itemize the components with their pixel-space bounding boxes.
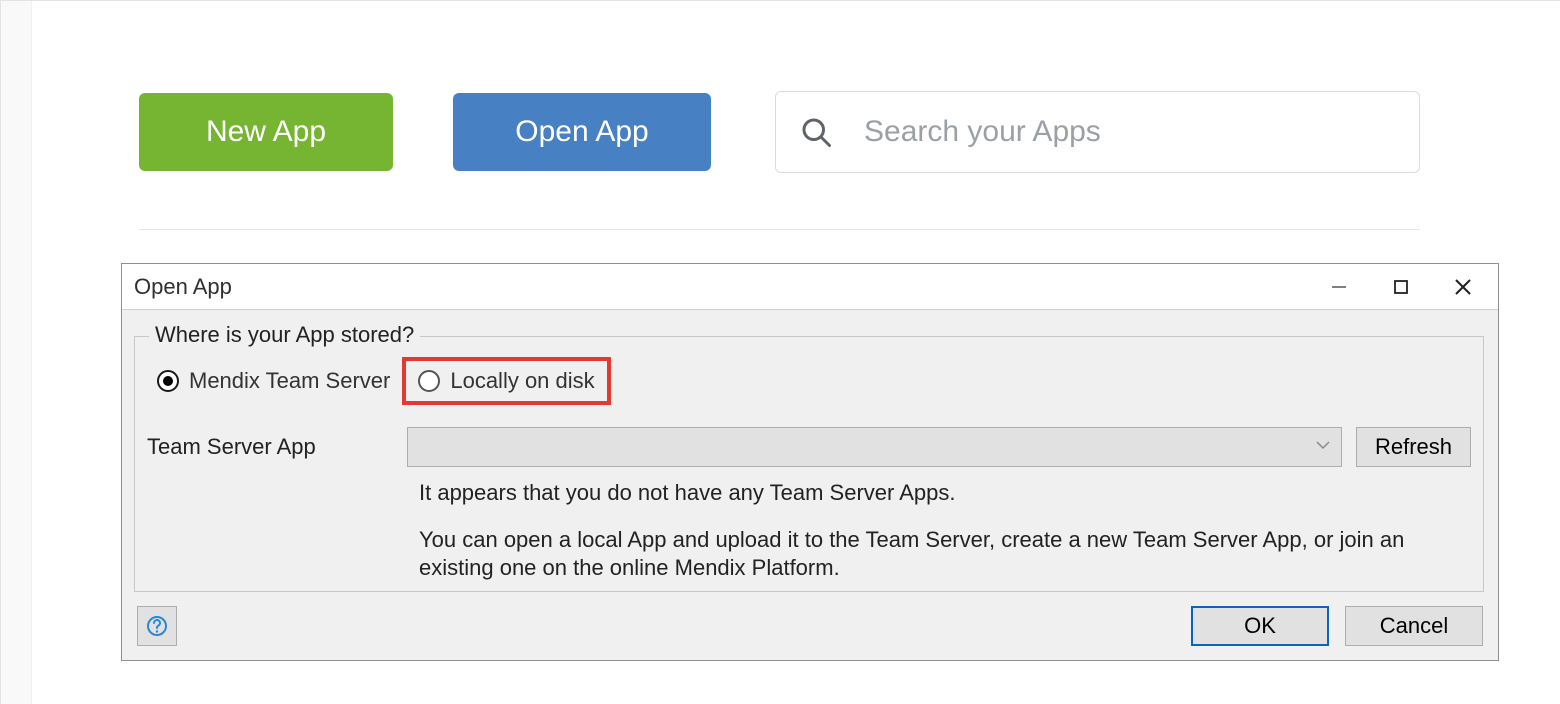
radio-locally-on-disk[interactable]: Locally on disk	[402, 357, 610, 405]
storage-radios: Mendix Team Server Locally on disk	[145, 357, 611, 405]
help-button[interactable]	[137, 606, 177, 646]
chevron-down-icon	[1315, 438, 1331, 456]
groupbox-title: Where is your App stored?	[149, 322, 420, 348]
maximize-icon	[1392, 278, 1410, 296]
minimize-icon	[1330, 278, 1348, 296]
radio-icon	[157, 370, 179, 392]
info-line-2: You can open a local App and upload it t…	[419, 526, 1463, 583]
search-input[interactable]	[862, 92, 1397, 172]
open-app-dialog: Open App Where is your App stored?	[121, 263, 1499, 661]
window-controls	[1308, 264, 1494, 310]
cancel-button[interactable]: Cancel	[1345, 606, 1483, 646]
new-app-button[interactable]: New App	[139, 93, 393, 171]
radio-icon	[418, 370, 440, 392]
radio-local-label: Locally on disk	[450, 368, 594, 394]
search-icon	[798, 114, 834, 150]
top-row: New App Open App	[139, 91, 1420, 173]
close-icon	[1453, 277, 1473, 297]
close-button[interactable]	[1432, 267, 1494, 307]
radio-team-server-label: Mendix Team Server	[189, 368, 390, 394]
dialog-titlebar: Open App	[122, 264, 1498, 310]
info-line-1: It appears that you do not have any Team…	[419, 479, 1463, 508]
search-box[interactable]	[775, 91, 1420, 173]
team-server-app-label: Team Server App	[147, 434, 407, 460]
team-server-app-row: Team Server App Refresh	[147, 427, 1471, 467]
storage-groupbox: Where is your App stored? Mendix Team Se…	[134, 336, 1484, 592]
open-app-button[interactable]: Open App	[453, 93, 711, 171]
minimize-button[interactable]	[1308, 267, 1370, 307]
section-divider	[139, 229, 1420, 230]
team-server-app-dropdown[interactable]	[407, 427, 1342, 467]
dialog-buttons: OK Cancel	[1191, 606, 1483, 646]
refresh-button[interactable]: Refresh	[1356, 427, 1471, 467]
radio-team-server[interactable]: Mendix Team Server	[145, 357, 402, 405]
ok-button[interactable]: OK	[1191, 606, 1329, 646]
info-text: It appears that you do not have any Team…	[419, 479, 1463, 601]
maximize-button[interactable]	[1370, 267, 1432, 307]
dialog-body: Where is your App stored? Mendix Team Se…	[122, 310, 1498, 660]
help-icon	[145, 614, 169, 638]
dialog-title: Open App	[134, 274, 232, 300]
page-frame: New App Open App Open App	[0, 0, 1560, 704]
